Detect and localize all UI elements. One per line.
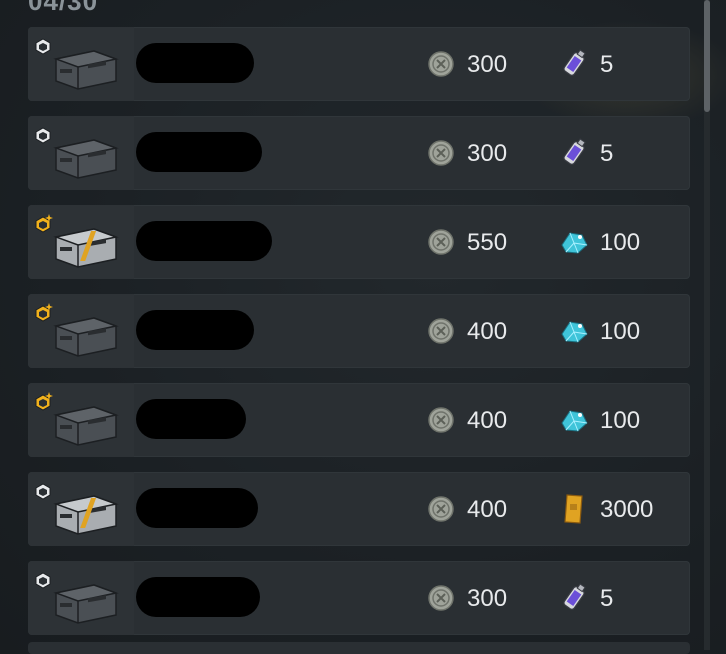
- crate-icon-cell: [28, 27, 134, 101]
- progress-counter: 04/30: [28, 0, 99, 16]
- crate-icon: [50, 45, 120, 91]
- silver-coin-icon: [428, 496, 454, 522]
- reward-value: 100: [600, 407, 641, 434]
- crate-row[interactable]: 300 5: [28, 27, 690, 101]
- cost-value: 550: [467, 229, 508, 256]
- silver-coin-icon: [428, 51, 454, 77]
- redacted-name: [136, 221, 272, 261]
- purple-canister-icon: [558, 47, 590, 81]
- silver-coin-icon: [428, 318, 454, 344]
- cost-value: 400: [467, 318, 508, 345]
- crate-icon: [50, 401, 120, 447]
- cost-value: 300: [467, 140, 508, 167]
- crate-icon: [50, 490, 120, 536]
- silver-coin-icon: [428, 407, 454, 433]
- reward-value: 100: [600, 318, 641, 345]
- crate-icon-cell: [28, 472, 134, 546]
- gold-bar-icon: [558, 492, 590, 526]
- scrollbar[interactable]: [704, 0, 710, 650]
- cost-value: 400: [467, 407, 508, 434]
- crate-icon-cell: [28, 383, 134, 457]
- next-row-partial: [28, 642, 690, 654]
- reward-value: 5: [600, 585, 614, 612]
- reward-value: 5: [600, 140, 614, 167]
- crate-icon-cell: [28, 116, 134, 190]
- cost-value: 300: [467, 585, 508, 612]
- scrollbar-thumb[interactable]: [704, 0, 710, 112]
- crate-list: 300 5 300 5 550 100 400 100 400 100 400 3000 300 5: [28, 27, 690, 650]
- redacted-name: [136, 310, 254, 350]
- reward-value: 100: [600, 229, 641, 256]
- redacted-name: [136, 43, 254, 83]
- redacted-name: [136, 399, 246, 439]
- silver-coin-icon: [428, 140, 454, 166]
- silver-coin-icon: [428, 585, 454, 611]
- blue-crystal-icon: [558, 403, 590, 437]
- crate-icon-cell: [28, 205, 134, 279]
- purple-canister-icon: [558, 581, 590, 615]
- redacted-name: [136, 132, 262, 172]
- crate-row[interactable]: 300 5: [28, 116, 690, 190]
- redacted-name: [136, 577, 260, 617]
- blue-crystal-icon: [558, 314, 590, 348]
- crate-icon: [50, 134, 120, 180]
- redacted-name: [136, 488, 258, 528]
- cost-value: 400: [467, 496, 508, 523]
- crate-row[interactable]: 300 5: [28, 561, 690, 635]
- crate-row[interactable]: 550 100: [28, 205, 690, 279]
- silver-coin-icon: [428, 229, 454, 255]
- crate-row[interactable]: 400 3000: [28, 472, 690, 546]
- crate-icon: [50, 312, 120, 358]
- crate-icon-cell: [28, 294, 134, 368]
- blue-crystal-icon: [558, 225, 590, 259]
- crate-row[interactable]: 400 100: [28, 383, 690, 457]
- crate-icon: [50, 579, 120, 625]
- crate-icon: [50, 223, 120, 269]
- crate-icon-cell: [28, 561, 134, 635]
- crate-row[interactable]: 400 100: [28, 294, 690, 368]
- cost-value: 300: [467, 51, 508, 78]
- reward-value: 3000: [600, 496, 654, 523]
- purple-canister-icon: [558, 136, 590, 170]
- reward-value: 5: [600, 51, 614, 78]
